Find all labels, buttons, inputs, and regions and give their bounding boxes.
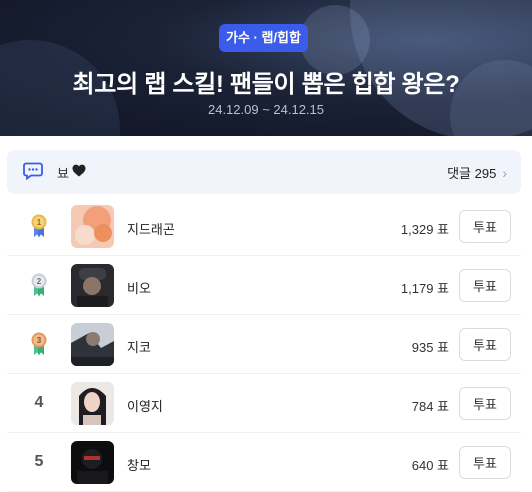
bronze-medal-icon: 3	[29, 331, 49, 357]
vote-button[interactable]: 투표	[459, 269, 511, 302]
avatar	[71, 323, 114, 366]
rank-number: 5	[29, 449, 49, 475]
vote-button[interactable]: 투표	[459, 328, 511, 361]
vote-button[interactable]: 투표	[459, 446, 511, 479]
rank-number: 2	[37, 277, 42, 286]
comment-count: 댓글 295	[447, 166, 497, 181]
vote-count: 640 표	[411, 458, 449, 473]
ranking-row: 3 지코 935 표 투표	[7, 315, 521, 374]
vote-button[interactable]: 투표	[459, 210, 511, 243]
rank-number-text: 4	[34, 394, 44, 411]
gold-medal-icon: 1	[29, 213, 49, 239]
chevron-right-icon: ›	[502, 165, 507, 181]
vote-count: 1,329 표	[400, 222, 449, 237]
vote-button[interactable]: 투표	[459, 387, 511, 420]
artist-name: 창모	[127, 458, 151, 473]
rank-number: 4	[29, 390, 49, 416]
artist-name: 이영지	[127, 399, 163, 414]
ranking-row: 4 이영지 784 표 투표	[7, 374, 521, 433]
ranking-row: 1 지드래곤 1,329 표 투표	[7, 197, 521, 256]
chat-bubble-icon	[23, 162, 43, 180]
avatar	[71, 264, 114, 307]
category-badge: 가수 · 랩/힙합	[219, 24, 308, 52]
vote-count: 935 표	[411, 340, 449, 355]
avatar	[71, 441, 114, 484]
avatar	[71, 205, 114, 248]
vote-count: 1,179 표	[400, 281, 449, 296]
rank-number-text: 5	[34, 453, 44, 470]
page-title: 최고의 랩 스킬! 팬들이 뽑은 힙합 왕은?	[72, 71, 460, 98]
artist-name: 지코	[127, 340, 151, 355]
black-heart-icon	[72, 164, 86, 177]
rank-number: 3	[37, 336, 42, 345]
rank-number: 1	[37, 218, 42, 227]
ranking-row: 2 비오 1,179 표 투표	[7, 256, 521, 315]
ranking-list: 1 지드래곤 1,329 표 투표 2 비오 1,179 표 투표 3 지코 9…	[7, 197, 521, 492]
silver-medal-icon: 2	[29, 272, 49, 298]
avatar	[71, 382, 114, 425]
vote-count: 784 표	[411, 399, 449, 414]
artist-name: 지드래곤	[127, 222, 175, 237]
ranking-row: 5 창모 640 표 투표	[7, 433, 521, 492]
date-range: 24.12.09 ~ 24.12.15	[207, 102, 325, 117]
hero-banner: 가수 · 랩/힙합 최고의 랩 스킬! 팬들이 뽑은 힙합 왕은? 24.12.…	[0, 0, 532, 136]
artist-name: 비오	[127, 281, 151, 296]
comment-count-link[interactable]: 댓글 295 ›	[447, 163, 507, 182]
comment-bar[interactable]: 뵤 댓글 295 ›	[7, 150, 521, 194]
reaction-label: 뵤	[57, 166, 69, 181]
